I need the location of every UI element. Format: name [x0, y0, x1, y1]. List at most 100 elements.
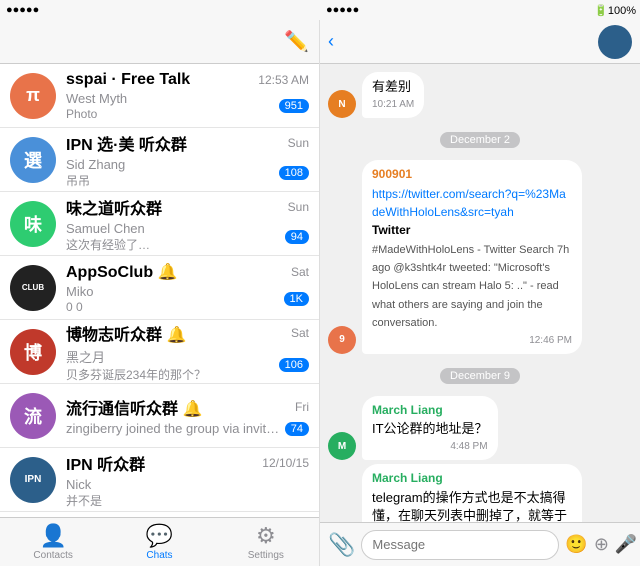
- sender-name: March Liang: [372, 402, 488, 419]
- link-url[interactable]: https://twitter.com/search?q=%23MadeWith…: [372, 187, 566, 219]
- chat-time: Fri: [295, 400, 309, 414]
- message-bubble: March Liang telegram的操作方式也是不太搞得懂，在聊天列表中删…: [362, 464, 582, 522]
- contacts-icon: 👤: [39, 523, 66, 549]
- battery-icon: 🔋100%: [594, 4, 636, 17]
- chat-item-taste[interactable]: 味 味之道听众群 Sun Samuel Chen这次有经验了… 94: [0, 192, 319, 256]
- chat-info: sspai · Free Talk 12:53 AM West MythPhot…: [66, 71, 309, 121]
- avatar: 選: [10, 137, 56, 183]
- chat-item-sspai[interactable]: π sspai · Free Talk 12:53 AM West MythPh…: [0, 64, 319, 128]
- message-bubble: March Liang IT公论群的地址是？ 4:48 PM: [362, 396, 498, 461]
- message-input-bar: 📎 🙂 ⊕ 🎤: [320, 522, 640, 566]
- audio-button[interactable]: 🎤: [615, 534, 637, 555]
- message-row: M March Liang IT公论群的地址是？ 4:48 PM: [328, 396, 632, 461]
- unread-badge: 951: [279, 99, 309, 113]
- chats-icon: 💬: [146, 523, 173, 549]
- sender-avatar: 9: [328, 326, 356, 354]
- message-bubble: 有差别 10:21 AM: [362, 72, 424, 118]
- options-button[interactable]: ⊕: [594, 534, 609, 555]
- tab-contacts[interactable]: 👤 Contacts: [0, 518, 106, 566]
- chat-name: AppSoClub 🔔: [66, 262, 177, 282]
- settings-label: Settings: [248, 550, 284, 561]
- message-text: 有差别: [372, 79, 411, 94]
- avatar: 流: [10, 393, 56, 439]
- avatar: 博: [10, 329, 56, 375]
- avatar: CLUB: [10, 265, 56, 311]
- chat-preview: Sid Zhang吊吊: [66, 157, 275, 189]
- chat-time: Sat: [291, 326, 309, 340]
- messages-area: N 有差别 10:21 AM December 2 9 900901 https:…: [320, 64, 640, 522]
- chat-name: 博物志听众群 🔔: [66, 321, 186, 345]
- chat-item-ipn-main[interactable]: IPN IPN 听众群 12/10/15 Nick并不是: [0, 448, 319, 512]
- chat-name: IPN 选·美 听众群: [66, 131, 187, 155]
- attach-button[interactable]: 📎: [328, 532, 355, 558]
- unread-badge: 106: [279, 358, 309, 372]
- sender-name: March Liang: [372, 470, 572, 487]
- compose-button[interactable]: ✏️: [284, 29, 309, 54]
- tab-settings[interactable]: ⚙ Settings: [213, 518, 319, 566]
- tab-chats[interactable]: 💬 Chats: [106, 518, 212, 566]
- message-time: 10:21 AM: [372, 98, 414, 112]
- chat-time: 12:53 AM: [258, 73, 309, 87]
- chat-info: IPN 选·美 听众群 Sun Sid Zhang吊吊 108: [66, 131, 309, 189]
- chat-list: π sspai · Free Talk 12:53 AM West MythPh…: [0, 64, 319, 517]
- avatar: π: [10, 73, 56, 119]
- right-nav-bar: ‹: [320, 20, 640, 64]
- chat-time: Sat: [291, 265, 309, 279]
- chats-label: Chats: [146, 550, 172, 561]
- chat-item-liutong[interactable]: 流 流行通信听众群 🔔 Fri zingiberry joined the gr…: [0, 384, 319, 448]
- signal-dots-right: ●●●●●: [326, 4, 359, 16]
- chat-preview: West MythPhoto: [66, 91, 275, 121]
- back-button[interactable]: ‹: [328, 31, 336, 52]
- chevron-left-icon: ‹: [328, 31, 334, 52]
- message-text: IT公论群的地址是？: [372, 421, 488, 436]
- link-desc: #MadeWithHoloLens - Twitter Search 7h ag…: [372, 244, 569, 330]
- unread-badge: 94: [285, 230, 309, 244]
- unread-badge: 74: [285, 422, 309, 436]
- date-badge: December 2: [440, 132, 520, 148]
- message-time: 12:46 PM: [372, 334, 572, 348]
- message-row: N 有差别 10:21 AM: [328, 72, 632, 118]
- sender-avatar: N: [328, 90, 356, 118]
- chat-time: Sun: [288, 200, 309, 214]
- left-nav-bar: ✏️: [0, 20, 319, 64]
- chat-info: 博物志听众群 🔔 Sat 黑之月贝多芬诞辰234年的那个？ 106: [66, 321, 309, 383]
- chat-item-appsoclub[interactable]: CLUB AppSoClub 🔔 Sat Miko0 0 1K: [0, 256, 319, 320]
- message-row: 9 900901 https://twitter.com/search?q=%2…: [328, 160, 632, 353]
- message-time: 4:48 PM: [372, 440, 488, 454]
- unread-badge: 1K: [284, 292, 309, 306]
- chat-name: 流行通信听众群 🔔: [66, 395, 202, 419]
- chat-name: 味之道听众群: [66, 195, 162, 219]
- chat-preview: Miko0 0: [66, 284, 280, 314]
- chat-preview: 黑之月贝多芬诞辰234年的那个？: [66, 347, 275, 383]
- message-input[interactable]: [361, 530, 559, 560]
- settings-icon: ⚙: [256, 523, 276, 549]
- sender-name: 900901: [372, 166, 572, 183]
- date-badge: December 9: [440, 368, 520, 384]
- avatar: 味: [10, 201, 56, 247]
- chat-info: AppSoClub 🔔 Sat Miko0 0 1K: [66, 262, 309, 314]
- chat-item-ipn-select[interactable]: 選 IPN 选·美 听众群 Sun Sid Zhang吊吊 108: [0, 128, 319, 192]
- emoji-button[interactable]: 🙂: [565, 534, 587, 555]
- chat-item-bozhi[interactable]: 博 博物志听众群 🔔 Sat 黑之月贝多芬诞辰234年的那个？ 106: [0, 320, 319, 384]
- message-bubble: 900901 https://twitter.com/search?q=%23M…: [362, 160, 582, 353]
- chat-name: sspai · Free Talk: [66, 71, 190, 89]
- chat-time: 12/10/15: [262, 456, 309, 470]
- chat-info: 味之道听众群 Sun Samuel Chen这次有经验了… 94: [66, 195, 309, 253]
- chat-info: 流行通信听众群 🔔 Fri zingiberry joined the grou…: [66, 395, 309, 436]
- chat-preview: zingiberry joined the group via invite l…: [66, 421, 281, 436]
- tab-bar: 👤 Contacts 💬 Chats ⚙ Settings: [0, 517, 319, 566]
- chat-time: Sun: [288, 136, 309, 150]
- link-title: Twitter: [372, 223, 410, 237]
- signal-dots-left: ●●●●●: [6, 4, 39, 16]
- chat-info: IPN 听众群 12/10/15 Nick并不是: [66, 451, 309, 509]
- contacts-label: Contacts: [33, 550, 72, 561]
- unread-badge: 108: [279, 166, 309, 180]
- date-separator: December 9: [328, 366, 632, 384]
- avatar: IPN: [10, 457, 56, 503]
- chat-name: IPN 听众群: [66, 451, 145, 475]
- chat-preview: Samuel Chen这次有经验了…: [66, 221, 281, 253]
- date-separator: December 2: [328, 130, 632, 148]
- group-avatar[interactable]: [598, 25, 632, 59]
- message-row: March Liang telegram的操作方式也是不太搞得懂，在聊天列表中删…: [328, 464, 632, 522]
- chat-preview: Nick并不是: [66, 477, 309, 509]
